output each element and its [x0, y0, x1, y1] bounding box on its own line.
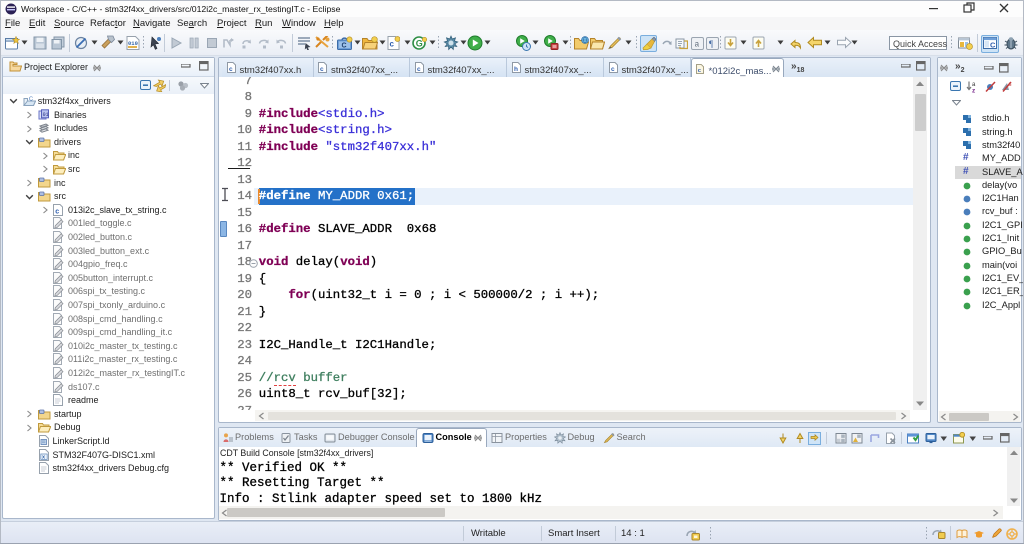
svg-text:c: c: [417, 66, 421, 73]
svg-text:010: 010: [128, 40, 138, 47]
svg-text:C: C: [990, 41, 996, 50]
svg-text:C: C: [29, 96, 33, 102]
svg-text:s: s: [1009, 82, 1012, 88]
svg-text:c: c: [55, 208, 59, 215]
svg-text:z: z: [972, 88, 976, 94]
svg-text:c: c: [390, 40, 395, 49]
svg-text:c: c: [611, 66, 615, 73]
svg-text:¶: ¶: [709, 39, 713, 49]
svg-text:a: a: [695, 41, 700, 50]
svg-text:C: C: [342, 43, 347, 50]
svg-text:c: c: [229, 66, 233, 73]
svg-text:G: G: [416, 38, 423, 48]
svg-text:c: c: [320, 66, 324, 73]
svg-text:h: h: [514, 66, 518, 73]
svg-text:01: 01: [43, 112, 49, 118]
